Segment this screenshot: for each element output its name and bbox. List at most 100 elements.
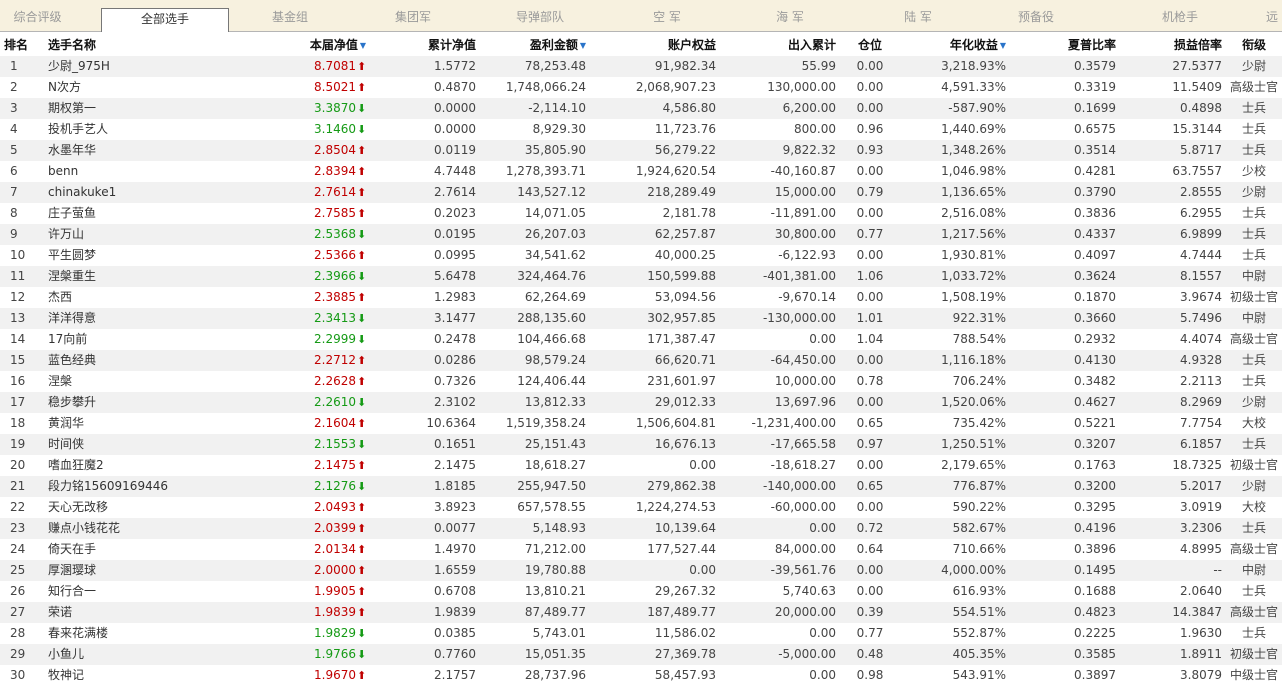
cell-name[interactable]: 蓝色经典	[44, 350, 290, 371]
column-header-grade[interactable]: 衔级	[1226, 33, 1282, 56]
table-row[interactable]: 29 小鱼儿 1.9766⬇ 0.7760 15,051.35 27,369.78 -5,0…	[0, 644, 1282, 665]
cell-name[interactable]: 知行合一	[44, 581, 290, 602]
cell-name[interactable]: chinakuke1	[44, 182, 290, 203]
table-row[interactable]: 7 chinakuke1 2.7614⬆ 2.7614 143,527.12 218,28…	[0, 182, 1282, 203]
sort-desc-icon[interactable]: ▼	[360, 41, 366, 50]
cell-annual: 1,116.18%	[900, 350, 1010, 371]
tab-5[interactable]: 空 军	[612, 6, 722, 28]
cell-cum-nav: 0.1651	[370, 434, 480, 455]
cell-grade: 高级士官	[1226, 77, 1282, 98]
table-row[interactable]: 4 投机手艺人 3.1460⬇ 0.0000 8,929.30 11,723.76 800.…	[0, 119, 1282, 140]
table-row[interactable]: 5 水墨年华 2.8504⬆ 0.0119 35,805.90 56,279.22 9,82…	[0, 140, 1282, 161]
cell-annual: 554.51%	[900, 602, 1010, 623]
cell-position: 0.96	[840, 119, 900, 140]
table-row[interactable]: 12 杰西 2.3885⬆ 1.2983 62,264.69 53,094.56 -9,67…	[0, 287, 1282, 308]
cell-name[interactable]: 洋洋得意	[44, 308, 290, 329]
tab-1[interactable]: 全部选手	[101, 8, 229, 32]
table-row[interactable]: 16 涅槃 2.2628⬆ 0.7326 124,406.44 231,601.97 10,…	[0, 371, 1282, 392]
cell-name[interactable]: 许万山	[44, 224, 290, 245]
cell-name[interactable]: 嗜血狂魔2	[44, 455, 290, 476]
table-row[interactable]: 27 荣诺 1.9839⬆ 1.9839 87,489.77 187,489.77 20,0…	[0, 602, 1282, 623]
table-row[interactable]: 8 庄子萤鱼 2.7585⬆ 0.2023 14,071.05 2,181.78 -11,8…	[0, 203, 1282, 224]
cell-name[interactable]: 投机手艺人	[44, 119, 290, 140]
cell-name[interactable]: benn	[44, 161, 290, 182]
table-row[interactable]: 15 蓝色经典 2.2712⬆ 0.0286 98,579.24 66,620.71 -64…	[0, 350, 1282, 371]
tab-0[interactable]: 综合评级	[0, 6, 75, 28]
cell-name[interactable]: 平生圆梦	[44, 245, 290, 266]
cell-name[interactable]: 稳步攀升	[44, 392, 290, 413]
tab-8[interactable]: 预备役	[996, 6, 1076, 28]
column-header-annual[interactable]: 年化收益 ▼	[900, 33, 1010, 56]
table-row[interactable]: 22 天心无改移 2.0493⬆ 3.8923 657,578.55 1,224,274.…	[0, 497, 1282, 518]
table-row[interactable]: 11 涅槃重生 2.3966⬇ 5.6478 324,464.76 150,599.88-…	[0, 266, 1282, 287]
cell-name[interactable]: 春来花满楼	[44, 623, 290, 644]
cell-name[interactable]: 涅槃重生	[44, 266, 290, 287]
cell-cum-nav: 0.2023	[370, 203, 480, 224]
cell-rank: 5	[0, 140, 44, 161]
cell-annual: 1,440.69%	[900, 119, 1010, 140]
ranking-table: 排名 选手名称 本届净值 ▼ 累计净值 盈利金额 ▼ 账户权益 出入累计 仓位 年化收益 ▼ 夏普比率损…	[0, 33, 1282, 686]
table-row[interactable]: 10 平生圆梦 2.5366⬆ 0.0995 34,541.62 40,000.25 -6,…	[0, 245, 1282, 266]
cell-name[interactable]: 荣诺	[44, 602, 290, 623]
table-row[interactable]: 14 17向前 2.2999⬇ 0.2478 104,466.68 171,387.47 0…	[0, 329, 1282, 350]
tab-7[interactable]: 陆 军	[868, 6, 968, 28]
sort-desc-icon[interactable]: ▼	[1000, 41, 1006, 50]
cell-name[interactable]: 期权第一	[44, 98, 290, 119]
table-row[interactable]: 20 嗜血狂魔2 2.1475⬆ 2.1475 18,618.27 0.00 -18,618…	[0, 455, 1282, 476]
cell-name[interactable]: 天心无改移	[44, 497, 290, 518]
cell-name[interactable]: 少尉_975H	[44, 56, 290, 77]
cell-name[interactable]: 庄子萤鱼	[44, 203, 290, 224]
table-row[interactable]: 19 时间侠 2.1553⬇ 0.1651 25,151.43 16,676.13 -17,…	[0, 434, 1282, 455]
cell-name[interactable]: 厚溷璎球	[44, 560, 290, 581]
tab-4[interactable]: 导弹部队	[485, 6, 595, 28]
table-row[interactable]: 6 benn 2.8394⬆ 4.7448 1,278,393.71 1,924,620.…	[0, 161, 1282, 182]
table-row[interactable]: 24 倚天在手 2.0134⬆ 1.4970 71,212.00 177,527.44 84…	[0, 539, 1282, 560]
column-header-nav[interactable]: 本届净值 ▼	[290, 33, 370, 56]
column-header-position[interactable]: 仓位	[840, 33, 900, 56]
tab-10[interactable]: 远	[1262, 6, 1282, 28]
tab-6[interactable]: 海 军	[740, 6, 840, 28]
cell-sharpe: 0.4281	[1010, 161, 1120, 182]
table-row[interactable]: 25 厚溷璎球 2.0000⬆ 1.6559 19,780.88 0.00 -39,561.…	[0, 560, 1282, 581]
cell-name[interactable]: 17向前	[44, 329, 290, 350]
column-header-label: 出入累计	[787, 38, 836, 52]
tab-3[interactable]: 集团军	[358, 6, 468, 28]
table-row[interactable]: 1 少尉_975H 8.7081⬆ 1.5772 78,253.48 91,982.34 5…	[0, 56, 1282, 77]
column-header-rank[interactable]: 排名	[0, 33, 44, 56]
cell-name[interactable]: 时间侠	[44, 434, 290, 455]
column-header-flow[interactable]: 出入累计	[720, 33, 840, 56]
tab-2[interactable]: 基金组	[230, 6, 350, 28]
cell-name[interactable]: 赚点小钱花花	[44, 518, 290, 539]
table-row[interactable]: 26 知行合一 1.9905⬆ 0.6708 13,810.21 29,267.32 5,7…	[0, 581, 1282, 602]
tab-9[interactable]: 机枪手	[1124, 6, 1236, 28]
cell-annual: 1,046.98%	[900, 161, 1010, 182]
table-row[interactable]: 13 洋洋得意 2.3413⬇ 3.1477 288,135.60 302,957.85-…	[0, 308, 1282, 329]
column-header-equity[interactable]: 账户权益	[590, 33, 720, 56]
table-row[interactable]: 9 许万山 2.5368⬇ 0.0195 26,207.03 62,257.87 30,80…	[0, 224, 1282, 245]
table-row[interactable]: 17 稳步攀升 2.2610⬇ 2.3102 13,812.33 29,012.33 13,…	[0, 392, 1282, 413]
column-header-cum_nav[interactable]: 累计净值	[370, 33, 480, 56]
column-header-name[interactable]: 选手名称	[44, 33, 290, 56]
table-row[interactable]: 2 N次方 8.5021⬆ 0.4870 1,748,066.24 2,068,907.2…	[0, 77, 1282, 98]
cell-name[interactable]: 杰西	[44, 287, 290, 308]
cell-name[interactable]: 水墨年华	[44, 140, 290, 161]
cell-name[interactable]: 段力铭15609169446	[44, 476, 290, 497]
cell-nav: 2.0134⬆	[290, 539, 370, 560]
table-row[interactable]: 28 春来花满楼 1.9829⬇ 0.0385 5,743.01 11,586.02 0.0…	[0, 623, 1282, 644]
table-row[interactable]: 18 黄润华 2.1604⬆ 10.6364 1,519,358.24 1,506,604…	[0, 413, 1282, 434]
table-row[interactable]: 21 段力铭15609169446 2.1276⬇ 1.8185 255,947.50 2…	[0, 476, 1282, 497]
cell-name[interactable]: 小鱼儿	[44, 644, 290, 665]
cell-name[interactable]: 倚天在手	[44, 539, 290, 560]
sort-desc-icon[interactable]: ▼	[580, 41, 586, 50]
cell-name[interactable]: N次方	[44, 77, 290, 98]
column-header-profit[interactable]: 盈利金额 ▼	[480, 33, 590, 56]
table-row[interactable]: 3 期权第一 3.3870⬇ 0.0000 -2,114.10 4,586.80 6,200…	[0, 98, 1282, 119]
column-header-pl_ratio[interactable]: 损益倍率	[1120, 33, 1226, 56]
column-header-sharpe[interactable]: 夏普比率	[1010, 33, 1120, 56]
cell-sharpe: 0.4337	[1010, 224, 1120, 245]
table-row[interactable]: 23 赚点小钱花花 2.0399⬆ 0.0077 5,148.93 10,139.64 0.…	[0, 518, 1282, 539]
cell-name[interactable]: 牧神记	[44, 665, 290, 686]
cell-name[interactable]: 黄润华	[44, 413, 290, 434]
table-row[interactable]: 30 牧神记 1.9670⬆ 2.1757 28,737.96 58,457.93 0.00…	[0, 665, 1282, 686]
cell-name[interactable]: 涅槃	[44, 371, 290, 392]
